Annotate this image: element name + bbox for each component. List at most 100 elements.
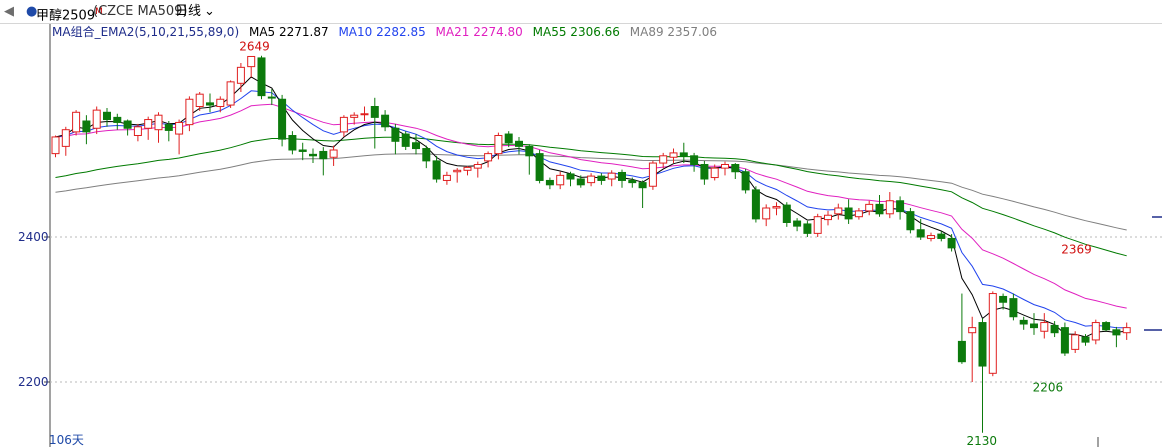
candle-body[interactable]	[1091, 322, 1100, 341]
candle-body[interactable]	[1071, 334, 1080, 350]
candle-body[interactable]	[144, 119, 153, 129]
candle-body[interactable]	[391, 127, 400, 142]
candle-body[interactable]	[648, 162, 657, 187]
candle-body[interactable]	[175, 121, 184, 135]
candle-body[interactable]	[51, 136, 60, 155]
candle-body[interactable]	[453, 169, 462, 173]
candle-body[interactable]	[710, 167, 719, 179]
candle-body[interactable]	[329, 149, 338, 158]
candle-body[interactable]	[381, 114, 390, 128]
candle-body[interactable]	[1081, 336, 1090, 343]
candle-body[interactable]	[782, 204, 791, 224]
candle-body[interactable]	[741, 171, 750, 191]
candle-body[interactable]	[123, 120, 132, 129]
candle-body[interactable]	[906, 211, 915, 231]
candle-body[interactable]	[535, 153, 544, 181]
candle-body[interactable]	[803, 223, 812, 234]
candle-body[interactable]	[638, 182, 647, 189]
candle-body[interactable]	[133, 126, 142, 137]
candle-body[interactable]	[412, 142, 420, 150]
candle-body[interactable]	[339, 116, 348, 133]
candle-body[interactable]	[824, 214, 832, 221]
candle-body[interactable]	[628, 179, 637, 184]
candle-body[interactable]	[206, 102, 214, 106]
candle-body[interactable]	[442, 174, 451, 181]
candle-body[interactable]	[319, 150, 328, 160]
candle-body[interactable]	[844, 207, 853, 220]
candle-body[interactable]	[432, 160, 441, 180]
candle-body[interactable]	[350, 114, 359, 118]
candle-body[interactable]	[834, 207, 843, 215]
candle-body[interactable]	[1060, 327, 1069, 354]
candle-body[interactable]	[92, 109, 101, 129]
candle-body[interactable]	[700, 164, 709, 180]
candle-body[interactable]	[103, 111, 111, 121]
candle-body[interactable]	[1009, 298, 1018, 318]
candle-body[interactable]	[659, 155, 668, 164]
candle-body[interactable]	[968, 327, 977, 334]
candle-body[interactable]	[1050, 324, 1059, 334]
candle-body[interactable]	[875, 203, 884, 215]
candle-body[interactable]	[1112, 329, 1121, 336]
candle-body[interactable]	[370, 106, 379, 118]
candle-body[interactable]	[278, 98, 287, 140]
candle-body[interactable]	[422, 148, 431, 162]
candle-body[interactable]	[1019, 319, 1028, 325]
candle-body[interactable]	[185, 98, 194, 126]
candle-body[interactable]	[494, 135, 503, 155]
candle-body[interactable]	[1030, 323, 1038, 329]
candle-body[interactable]	[751, 189, 760, 220]
candle-body[interactable]	[978, 322, 987, 367]
candle-body[interactable]	[164, 124, 173, 131]
candle-body[interactable]	[566, 173, 575, 180]
candle-body[interactable]	[721, 164, 729, 169]
candle-body[interactable]	[947, 237, 956, 249]
candle-body[interactable]	[473, 164, 482, 169]
candle-body[interactable]	[525, 145, 534, 157]
candle-body[interactable]	[916, 229, 925, 238]
candle-body[interactable]	[463, 166, 472, 171]
candle-body[interactable]	[865, 203, 874, 212]
candle-body[interactable]	[556, 174, 565, 186]
candle-body[interactable]	[545, 179, 554, 186]
candle-body[interactable]	[762, 207, 771, 220]
candle-body[interactable]	[226, 81, 235, 106]
candle-body[interactable]	[82, 120, 91, 133]
candle-body[interactable]	[309, 153, 317, 157]
candle-body[interactable]	[216, 98, 225, 107]
candle-body[interactable]	[937, 233, 946, 239]
candle-body[interactable]	[236, 66, 245, 84]
candle-body[interactable]	[288, 135, 297, 151]
candle-body[interactable]	[587, 175, 596, 184]
candle-body[interactable]	[72, 111, 81, 133]
candle-body[interactable]	[267, 96, 276, 99]
candle-body[interactable]	[257, 57, 266, 97]
candle-body[interactable]	[999, 295, 1008, 303]
candle-body[interactable]	[772, 206, 781, 209]
candle-body[interactable]	[195, 93, 204, 108]
candle-body[interactable]	[484, 153, 493, 162]
candle-body[interactable]	[504, 133, 513, 144]
candle-body[interactable]	[1122, 327, 1131, 334]
candle-body[interactable]	[679, 152, 688, 157]
candle-body[interactable]	[298, 149, 307, 152]
candle-body[interactable]	[113, 116, 122, 123]
candle-body[interactable]	[247, 55, 256, 68]
candlestick-chart[interactable]: 2200 2400 2649 2130 2369 2206	[0, 0, 1162, 447]
candle-body[interactable]	[154, 114, 163, 131]
candle-body[interactable]	[669, 152, 678, 158]
candle-body[interactable]	[957, 340, 966, 363]
candle-body[interactable]	[1102, 322, 1111, 331]
candle-body[interactable]	[988, 293, 997, 374]
candle-body[interactable]	[731, 164, 740, 173]
candle-body[interactable]	[690, 155, 699, 166]
candle-body[interactable]	[896, 200, 905, 213]
candle-body[interactable]	[515, 140, 523, 147]
candle-body[interactable]	[597, 175, 606, 181]
candle-body[interactable]	[618, 171, 626, 181]
candle-body[interactable]	[360, 113, 369, 116]
candle-body[interactable]	[885, 200, 894, 215]
candle-body[interactable]	[607, 172, 616, 180]
candle-body[interactable]	[401, 133, 410, 147]
candle-body[interactable]	[61, 129, 70, 147]
